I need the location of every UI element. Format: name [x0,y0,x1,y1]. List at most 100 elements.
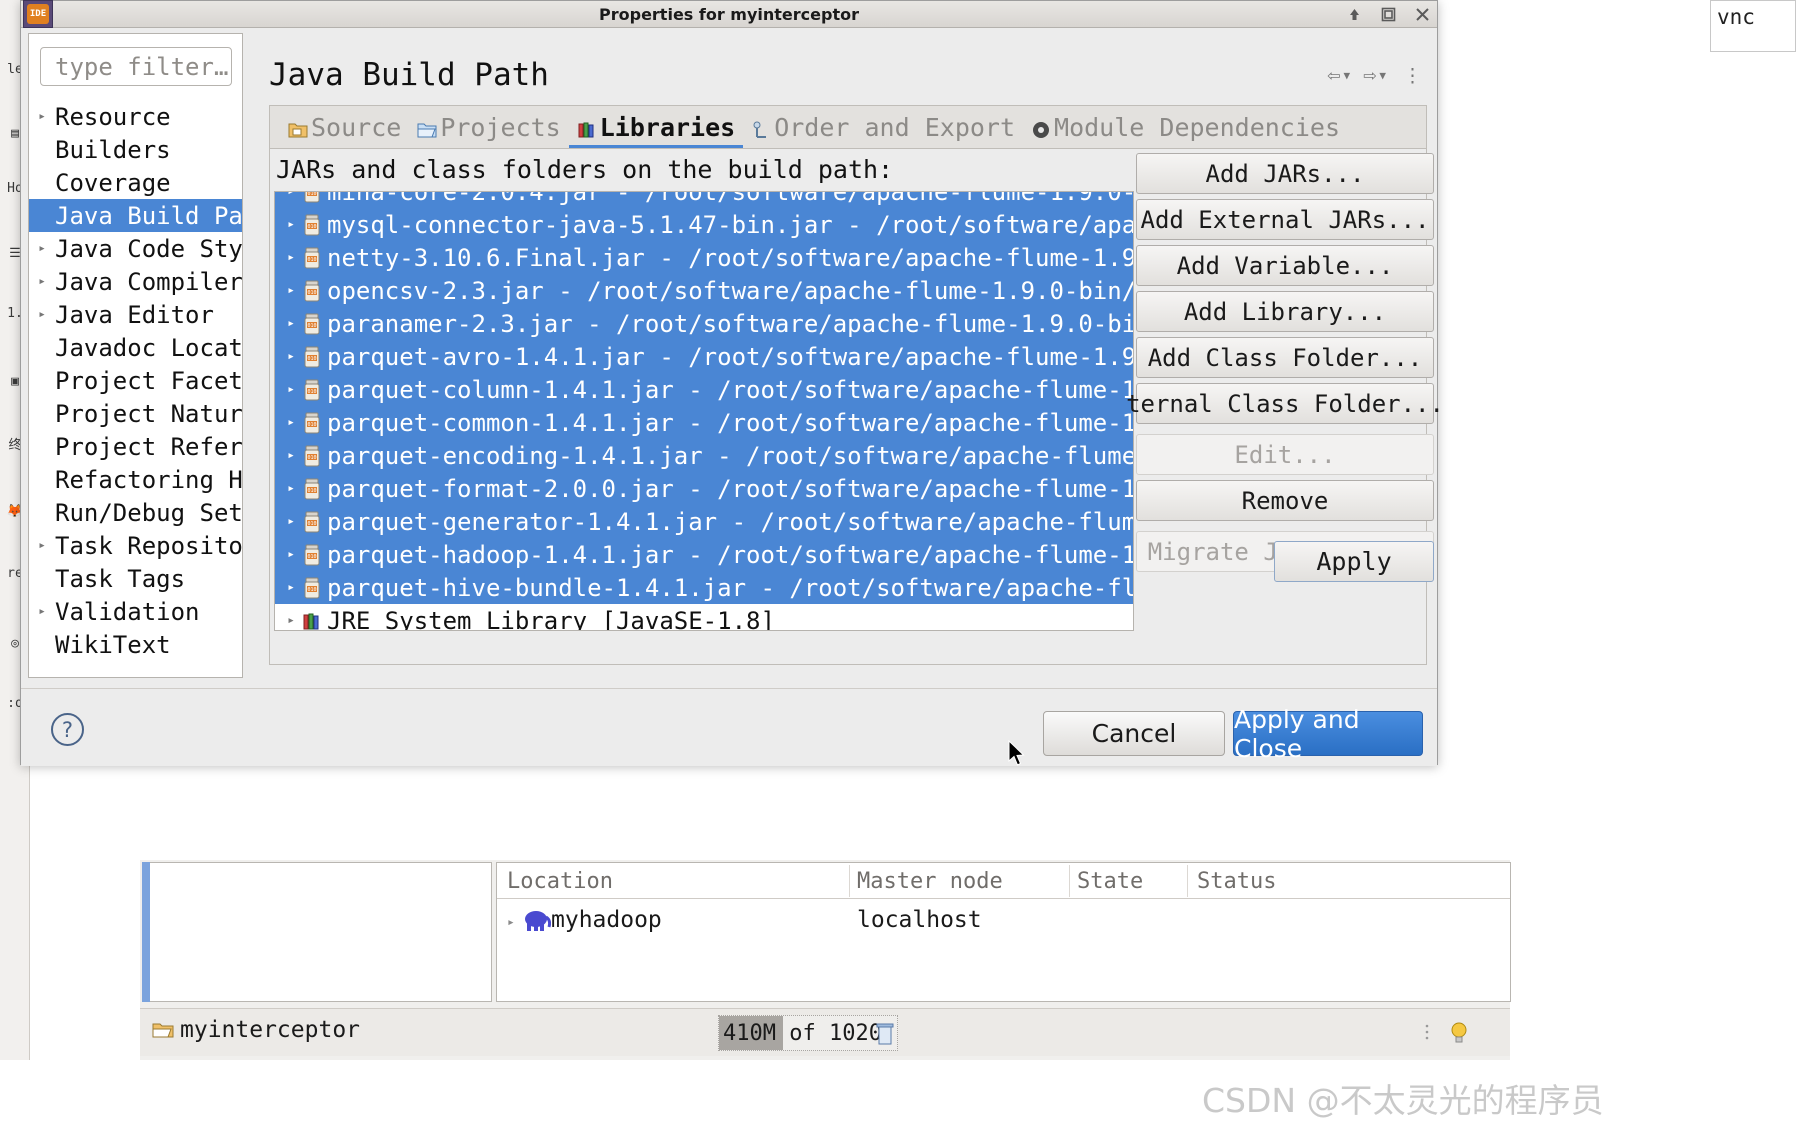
table-row[interactable]: ▸ 010 parquet-hadoop-1.4.1.jar - /root/sof… [275,538,1133,571]
expand-arrow-icon[interactable]: ▸ [281,613,301,628]
lightbulb-icon[interactable] [1450,1021,1468,1049]
svg-text:010: 010 [307,488,316,494]
sidebar-item-java-editor[interactable]: ▸ Java Editor [29,298,242,331]
cancel-button[interactable]: Cancel [1043,711,1225,756]
expand-arrow-icon[interactable]: ▸ [29,604,55,619]
expand-arrow-icon[interactable]: ▸ [281,514,301,529]
expand-arrow-icon[interactable]: ▸ [281,382,301,397]
svg-text:010: 010 [307,422,316,428]
back-arrow-icon[interactable]: ⇦ [1327,63,1340,88]
apply-button[interactable]: Apply [1274,541,1434,582]
build-path-list[interactable]: ▸ 010 mina-core-2.0.4.jar - /root/software… [274,191,1134,631]
help-icon[interactable]: ? [51,713,84,746]
tab-module-dependencies[interactable]: Module Dependencies [1023,107,1348,147]
trash-icon[interactable] [876,1021,894,1047]
column-divider-3[interactable] [1187,865,1188,897]
expand-arrow-icon[interactable]: ▸ [29,538,55,553]
view-menu-icon[interactable]: ⋮ [1403,65,1422,87]
table-row[interactable]: ▸ 010 parquet-common-1.4.1.jar - /root/sof… [275,406,1133,439]
table-row[interactable]: ▸ 010 parquet-format-2.0.0.jar - /root/sof… [275,472,1133,505]
preference-tree: ▸ Resource Builders Coverage Java Build Pa ▸ J… [29,100,242,661]
table-row[interactable]: ▸ 010 opencsv-2.3.jar - /root/software/apa… [275,274,1133,307]
close-button[interactable] [1411,4,1433,26]
table-row[interactable]: ▸ 010 parquet-hive-bundle-1.4.1.jar - /roo… [275,571,1133,604]
filter-input[interactable]: type filter… [40,47,232,86]
expand-arrow-icon[interactable]: ▸ [281,217,301,232]
sidebar-item-label: Project Natur [55,399,242,428]
dialog-titlebar[interactable]: IDE Properties for myinterceptor [21,0,1437,28]
apply-and-close-button[interactable]: Apply and Close [1233,705,1423,763]
shade-up-button[interactable] [1343,4,1365,26]
expand-arrow-icon[interactable]: ▸ [281,580,301,595]
expand-arrow-icon[interactable]: ▸ [29,109,55,124]
sidebar-item-java-build-pa[interactable]: Java Build Pa [29,199,242,232]
sidebar-item-builders[interactable]: Builders [29,133,242,166]
expand-arrow-icon[interactable]: ▸ [281,481,301,496]
sidebar-item-project-facet[interactable]: Project Facet [29,364,242,397]
back-chevron-down-icon[interactable]: ▼ [1344,69,1351,82]
column-header-status[interactable]: Status [1197,869,1276,894]
tab-projects[interactable]: Projects [409,107,568,147]
maximize-button[interactable] [1377,4,1399,26]
tab-source[interactable]: Source [280,107,409,147]
table-row[interactable]: ▸ JRE System Library [JavaSE-1.8] [275,604,1133,631]
table-row[interactable]: ▸ 010 netty-3.10.6.Final.jar - /root/softw… [275,241,1133,274]
expand-arrow-icon[interactable]: ▸ [281,283,301,298]
expand-arrow-icon[interactable]: ▸ [29,274,55,289]
add-variable-button[interactable]: Add Variable... [1136,245,1434,286]
table-row[interactable]: ▸ 010 parquet-encoding-1.4.1.jar - /root/s… [275,439,1133,472]
table-row[interactable]: ▸ 010 mysql-connector-java-5.1.47-bin.jar … [275,208,1133,241]
sidebar-item-task-tags[interactable]: Task Tags [29,562,242,595]
column-header-location[interactable]: Location [507,869,613,894]
sidebar-item-validation[interactable]: ▸ Validation [29,595,242,628]
add-class-folder-button[interactable]: Add Class Folder... [1136,337,1434,378]
add-library-button[interactable]: Add Library... [1136,291,1434,332]
column-divider-1[interactable] [849,865,850,897]
sidebar-item-wikitext[interactable]: WikiText [29,628,242,661]
sidebar-item-coverage[interactable]: Coverage [29,166,242,199]
properties-dialog: IDE Properties for myinterceptor type fi… [20,0,1444,766]
svg-text:010: 010 [307,587,316,593]
expand-arrow-icon[interactable]: ▸ [281,192,301,199]
sidebar-item-java-code-sty[interactable]: ▸ Java Code Sty [29,232,242,265]
sidebar-item-refactoring-h[interactable]: Refactoring H [29,463,242,496]
remove-button[interactable]: Remove [1136,480,1434,521]
table-row[interactable]: ▸ 010 parquet-column-1.4.1.jar - /root/sof… [275,373,1133,406]
column-header-state[interactable]: State [1077,869,1143,894]
module-icon [1031,117,1051,138]
svg-text:010: 010 [307,323,316,329]
expand-arrow-icon[interactable]: ▸ [281,415,301,430]
expand-arrow-icon[interactable]: ▸ [507,915,515,930]
tab-libraries[interactable]: Libraries [569,107,743,147]
status-drag-handle[interactable] [1425,1023,1429,1043]
sidebar-item-resource[interactable]: ▸ Resource [29,100,242,133]
expand-arrow-icon[interactable]: ▸ [281,316,301,331]
expand-arrow-icon[interactable]: ▸ [29,307,55,322]
column-divider-2[interactable] [1069,865,1070,897]
tab-order-and-export[interactable]: Order and Export [743,107,1023,147]
expand-arrow-icon[interactable]: ▸ [281,448,301,463]
table-row[interactable]: ▸ 010 parquet-generator-1.4.1.jar - /root/… [275,505,1133,538]
add-jars-button[interactable]: Add JARs... [1136,153,1434,194]
sidebar-item-task-reposito[interactable]: ▸ Task Reposito [29,529,242,562]
column-header-master-node[interactable]: Master node [857,869,1003,894]
sidebar-item-run-debug-set[interactable]: Run/Debug Set [29,496,242,529]
forward-chevron-down-icon[interactable]: ▼ [1379,69,1386,82]
sidebar-item-project-refer[interactable]: Project Refer [29,430,242,463]
expand-arrow-icon[interactable]: ▸ [281,250,301,265]
expand-arrow-icon[interactable]: ▸ [29,241,55,256]
sidebar-item-javadoc-locat[interactable]: Javadoc Locat [29,331,242,364]
table-row[interactable]: ▸ 010 paranamer-2.3.jar - /root/software/a… [275,307,1133,340]
table-row[interactable]: ▸ 010 mina-core-2.0.4.jar - /root/software… [275,192,1133,208]
sidebar-item-project-natur[interactable]: Project Natur [29,397,242,430]
sidebar-item-java-compiler[interactable]: ▸ Java Compiler [29,265,242,298]
expand-arrow-icon[interactable]: ▸ [281,349,301,364]
expand-arrow-icon[interactable]: ▸ [281,547,301,562]
add-external-class-folder-button[interactable]: ternal Class Folder... [1126,383,1444,424]
table-row[interactable]: ▸ 010 parquet-avro-1.4.1.jar - /root/softw… [275,340,1133,373]
forward-arrow-icon[interactable]: ⇨ [1363,63,1376,88]
dialog-footer: ? Cancel Apply and Close [21,688,1437,766]
libraries-tab-content: JARs and class folders on the build path… [270,148,1444,664]
heap-status-widget[interactable]: 410M of 1020 [718,1015,898,1051]
add-external-jars-button[interactable]: Add External JARs... [1136,199,1434,240]
